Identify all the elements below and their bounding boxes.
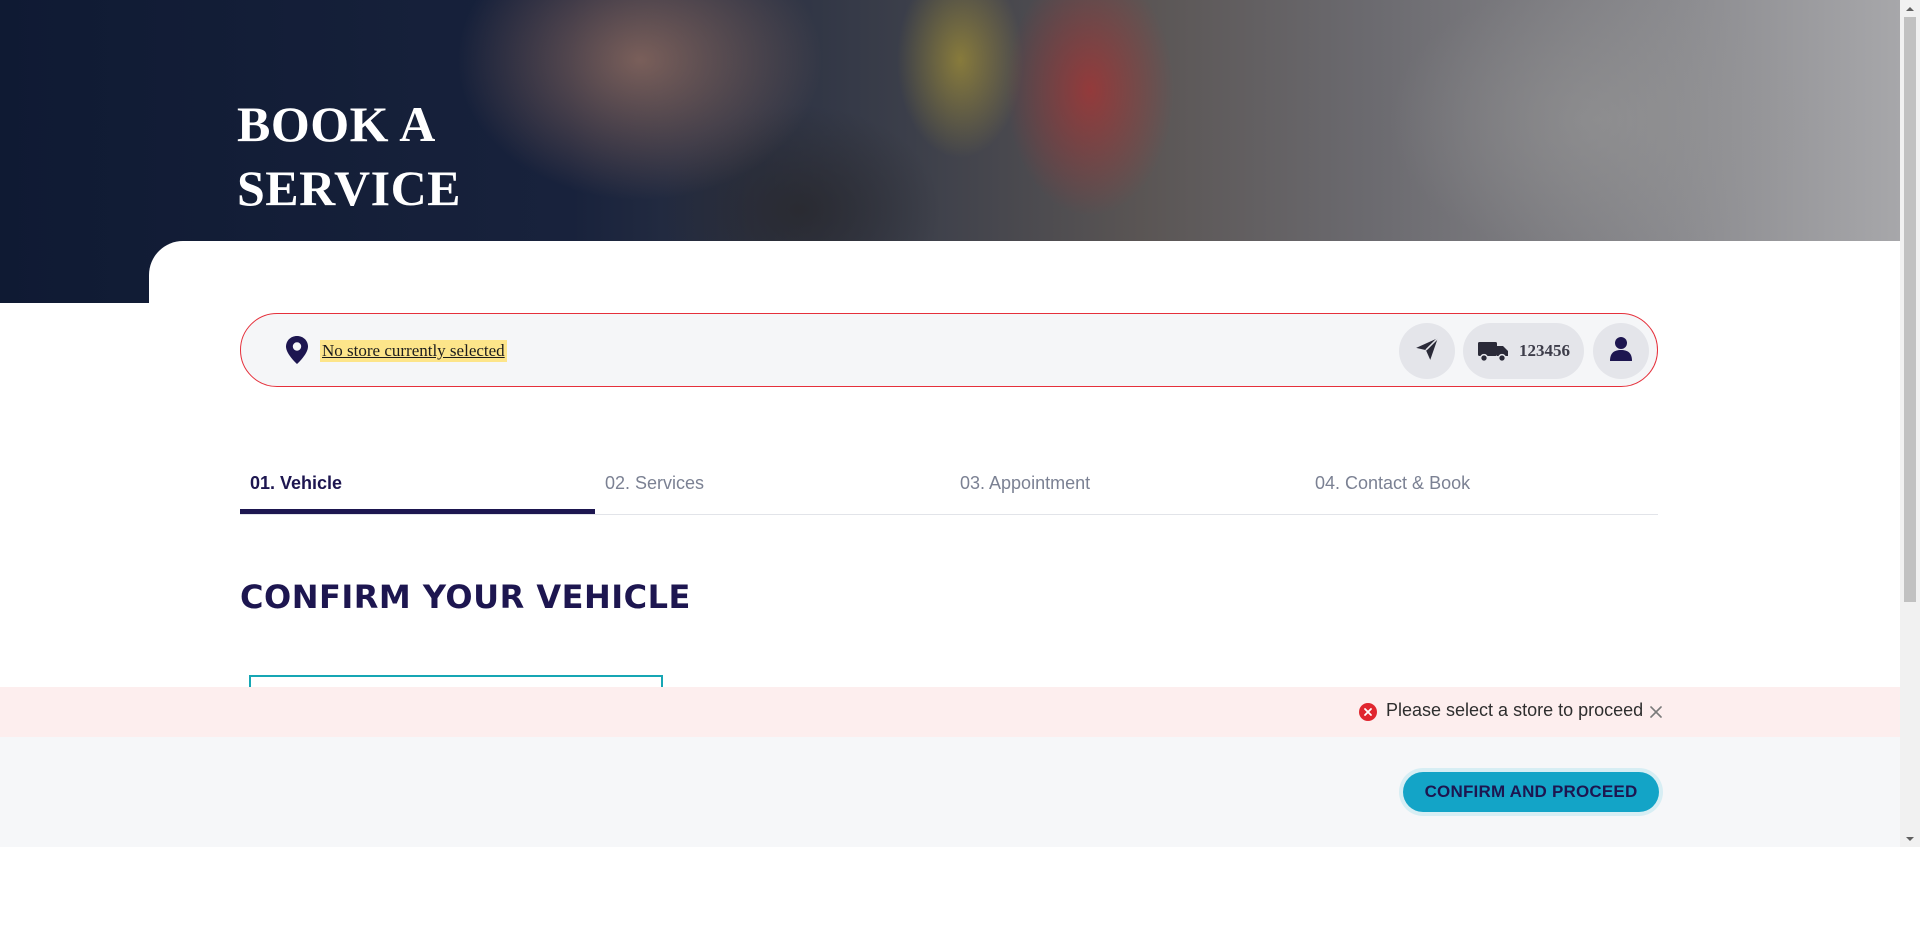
scroll-up-arrow-icon[interactable] — [1900, 0, 1920, 17]
vehicle-selector-button[interactable]: 123456 — [1463, 323, 1584, 379]
section-title: CONFIRM YOUR VEHICLE — [240, 578, 691, 616]
booking-steps-tabs: 01. Vehicle 02. Services 03. Appointment… — [240, 465, 1658, 515]
paper-plane-icon — [1414, 336, 1440, 367]
error-circle-icon — [1359, 703, 1377, 721]
tab-services[interactable]: 02. Services — [595, 465, 950, 514]
tab-vehicle[interactable]: 01. Vehicle — [240, 465, 595, 514]
tab-contact-book[interactable]: 04. Contact & Book — [1305, 465, 1660, 514]
page-title: BOOK A SERVICE — [237, 96, 462, 216]
scrollbar-thumb[interactable] — [1904, 17, 1916, 602]
confirm-and-proceed-button[interactable]: CONFIRM AND PROCEED — [1403, 772, 1659, 812]
scrollbar[interactable] — [1900, 0, 1920, 847]
close-icon[interactable] — [1646, 702, 1666, 722]
location-pin-icon — [284, 335, 310, 365]
scroll-down-arrow-icon[interactable] — [1900, 830, 1920, 847]
store-selection-link[interactable]: No store currently selected — [320, 340, 507, 362]
account-button[interactable] — [1593, 323, 1649, 379]
vehicle-count: 123456 — [1519, 341, 1570, 360]
user-icon — [1609, 336, 1633, 367]
truck-icon — [1477, 340, 1509, 362]
tab-appointment[interactable]: 03. Appointment — [950, 465, 1305, 514]
send-location-button[interactable] — [1399, 323, 1455, 379]
alert-message: Please select a store to proceed — [1386, 700, 1644, 720]
